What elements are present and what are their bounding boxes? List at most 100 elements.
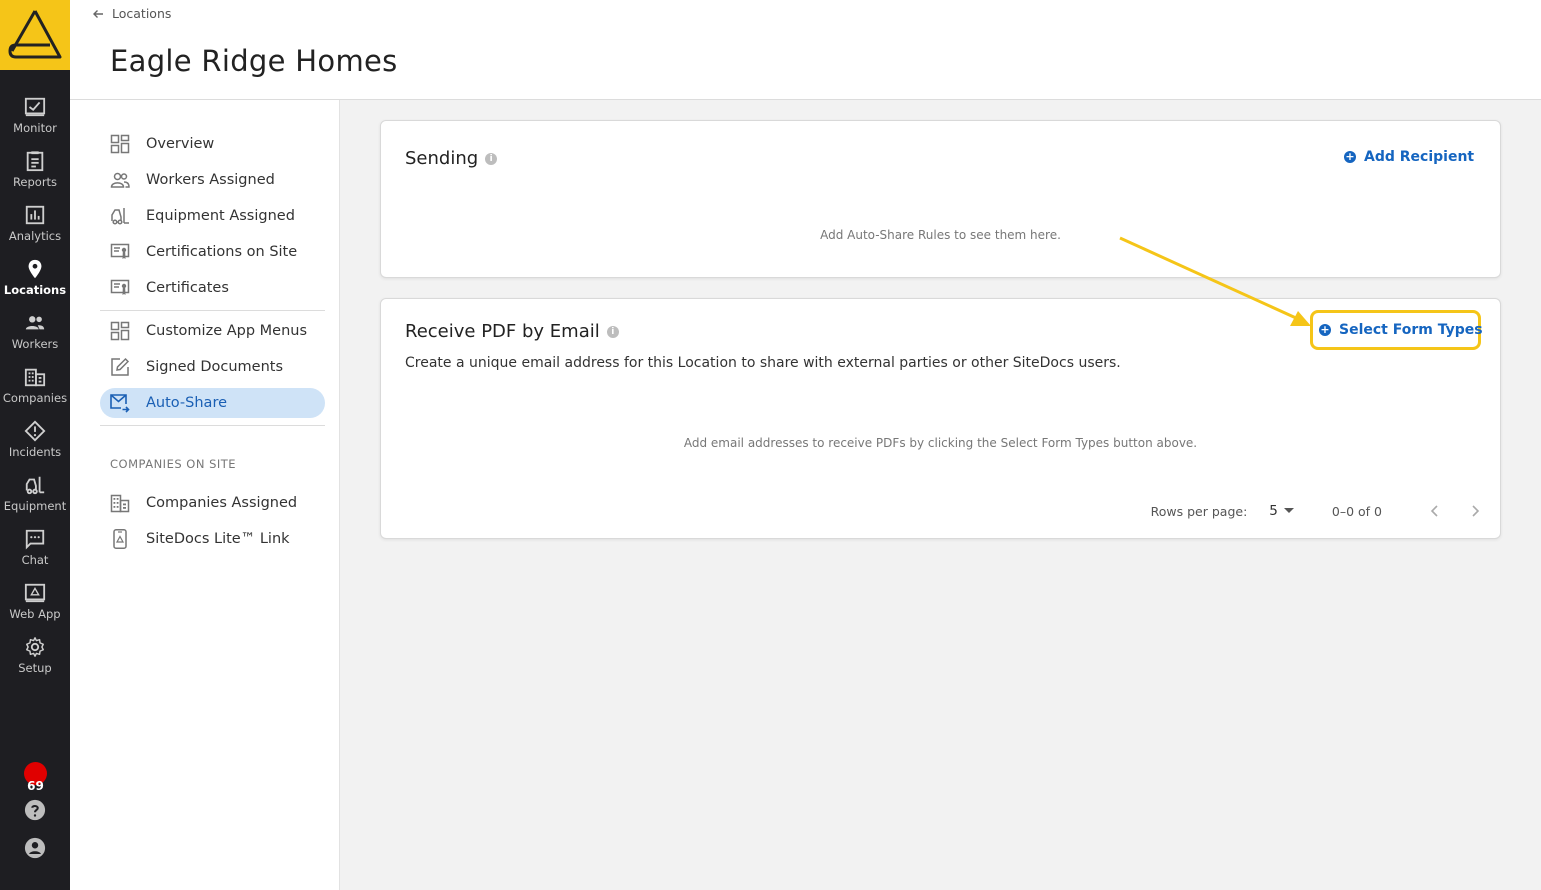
sending-card: Sending i + Add Recipient Add Auto-Share…	[380, 120, 1501, 278]
help-icon[interactable]	[24, 799, 46, 821]
logo-icon	[8, 10, 62, 59]
rail-label: Analytics	[8, 229, 62, 243]
companies-icon	[24, 368, 46, 387]
location-subnav: Overview Workers Assigned Equipment Assi…	[70, 100, 340, 890]
web-app-icon	[24, 583, 46, 603]
info-icon[interactable]: i	[606, 325, 619, 338]
chevron-right-icon[interactable]	[1466, 502, 1484, 520]
certificate-icon	[110, 279, 130, 295]
rail-label: Reports	[12, 175, 58, 189]
empty-state-text: Add Auto-Share Rules to see them here.	[820, 228, 1061, 242]
companies-icon	[110, 494, 130, 513]
subnav-divider	[100, 425, 325, 426]
rail-label: Equipment	[3, 499, 67, 513]
incident-icon	[24, 420, 46, 442]
rail-equipment[interactable]: Equipment	[0, 468, 70, 522]
empty-state-text: Add email addresses to receive PDFs by c…	[683, 436, 1198, 450]
breadcrumb-back-link[interactable]: Locations	[92, 6, 171, 21]
analytics-icon	[25, 205, 45, 225]
button-label: Select Form Types	[1339, 322, 1483, 338]
subnav-label: Certifications on Site	[146, 244, 298, 260]
card-title-text: Receive PDF by Email	[405, 321, 600, 342]
subnav-companies-assigned[interactable]: Companies Assigned	[100, 488, 325, 518]
dashboard-icon	[110, 321, 130, 341]
subnav-signed-documents[interactable]: Signed Documents	[100, 352, 325, 382]
add-recipient-button[interactable]: + Add Recipient	[1344, 149, 1474, 165]
phone-icon	[113, 529, 127, 549]
rail-label: Web App	[9, 607, 61, 621]
card-title-text: Sending	[405, 148, 479, 169]
select-form-types-button[interactable]: + Select Form Types	[1319, 322, 1483, 338]
subnav-overview[interactable]: Overview	[100, 129, 325, 159]
forklift-icon	[25, 476, 45, 495]
workers-icon	[25, 316, 45, 330]
button-label: Add Recipient	[1364, 149, 1475, 165]
subnav-label: Customize App Menus	[146, 323, 308, 339]
rail-reports[interactable]: Reports	[0, 144, 70, 198]
notification-count: 69	[27, 779, 44, 793]
rows-per-page-label: Rows per page:	[1150, 503, 1248, 519]
rail-analytics[interactable]: Analytics	[0, 198, 70, 252]
subnav-label: Auto-Share	[146, 395, 228, 411]
breadcrumb-label: Locations	[112, 6, 172, 21]
card-title: Sending i	[405, 148, 498, 169]
subnav-customize-app-menus[interactable]: Customize App Menus	[100, 316, 325, 346]
pagination-range: 0–0 of 0	[1331, 503, 1382, 519]
rows-per-page-value: 5	[1269, 503, 1278, 519]
rail-label: Locations	[3, 283, 67, 297]
rail-locations[interactable]: Locations	[0, 252, 70, 306]
subnav-divider	[100, 310, 325, 311]
subnav-certificates[interactable]: Certificates	[100, 273, 325, 303]
rail-setup[interactable]: Setup	[0, 630, 70, 684]
subnav-label: Companies Assigned	[146, 495, 298, 511]
gear-icon	[26, 637, 44, 657]
rail-companies[interactable]: Companies	[0, 360, 70, 414]
subnav-auto-share[interactable]: Auto-Share	[100, 388, 325, 418]
dashboard-icon	[110, 134, 130, 154]
subnav-label: Signed Documents	[146, 359, 284, 375]
email-forward-icon	[110, 394, 130, 413]
account-icon[interactable]	[24, 837, 46, 859]
rail-monitor[interactable]: Monitor	[0, 90, 70, 144]
subnav-label: Equipment Assigned	[146, 208, 295, 224]
subnav-equipment-assigned[interactable]: Equipment Assigned	[100, 201, 325, 231]
section-heading: COMPANIES ON SITE	[110, 457, 237, 471]
rail-workers[interactable]: Workers	[0, 306, 70, 360]
receive-pdf-card: Receive PDF by Email i Create a unique e…	[380, 298, 1501, 539]
chat-icon	[25, 529, 45, 550]
rail-incidents[interactable]: Incidents	[0, 414, 70, 468]
rail-chat[interactable]: Chat	[0, 522, 70, 576]
rail-web-app[interactable]: Web App	[0, 576, 70, 630]
certificate-icon	[110, 243, 130, 259]
sitedocs-logo[interactable]	[0, 0, 70, 70]
rail-label: Monitor	[13, 121, 57, 135]
page-title: Eagle Ridge Homes	[110, 44, 398, 78]
rows-per-page-select[interactable]: 5	[1269, 503, 1294, 519]
rail-label: Companies	[2, 391, 68, 405]
workers-icon	[110, 172, 130, 188]
reports-icon	[26, 151, 44, 172]
notification-badge[interactable]: 69	[24, 762, 47, 793]
card-description: Create a unique email address for this L…	[405, 355, 1121, 371]
subnav-sitedocs-lite-link[interactable]: SiteDocs Lite™ Link	[100, 524, 325, 554]
location-pin-icon	[28, 259, 42, 279]
page-header: Locations Eagle Ridge Homes	[70, 0, 1541, 100]
table-pagination: Rows per page: 5 0–0 of 0	[1151, 502, 1484, 520]
arrow-left-icon	[93, 9, 103, 18]
dropdown-caret-icon	[1283, 508, 1294, 513]
forklift-icon	[111, 208, 129, 225]
card-title: Receive PDF by Email i	[405, 321, 619, 342]
edit-document-icon	[111, 357, 130, 376]
monitor-icon	[24, 97, 46, 117]
subnav-label: SiteDocs Lite™ Link	[146, 531, 290, 547]
rail-label: Setup	[18, 661, 52, 675]
add-circle-icon: +	[1344, 150, 1356, 163]
info-icon[interactable]: i	[485, 152, 498, 165]
rail-label: Incidents	[8, 445, 62, 459]
chevron-left-icon[interactable]	[1426, 502, 1444, 520]
subnav-label: Certificates	[146, 280, 229, 296]
rail-label: Workers	[11, 337, 59, 351]
subnav-certifications-on-site[interactable]: Certifications on Site	[100, 237, 325, 267]
add-circle-icon: +	[1319, 323, 1331, 336]
subnav-workers-assigned[interactable]: Workers Assigned	[100, 165, 325, 195]
